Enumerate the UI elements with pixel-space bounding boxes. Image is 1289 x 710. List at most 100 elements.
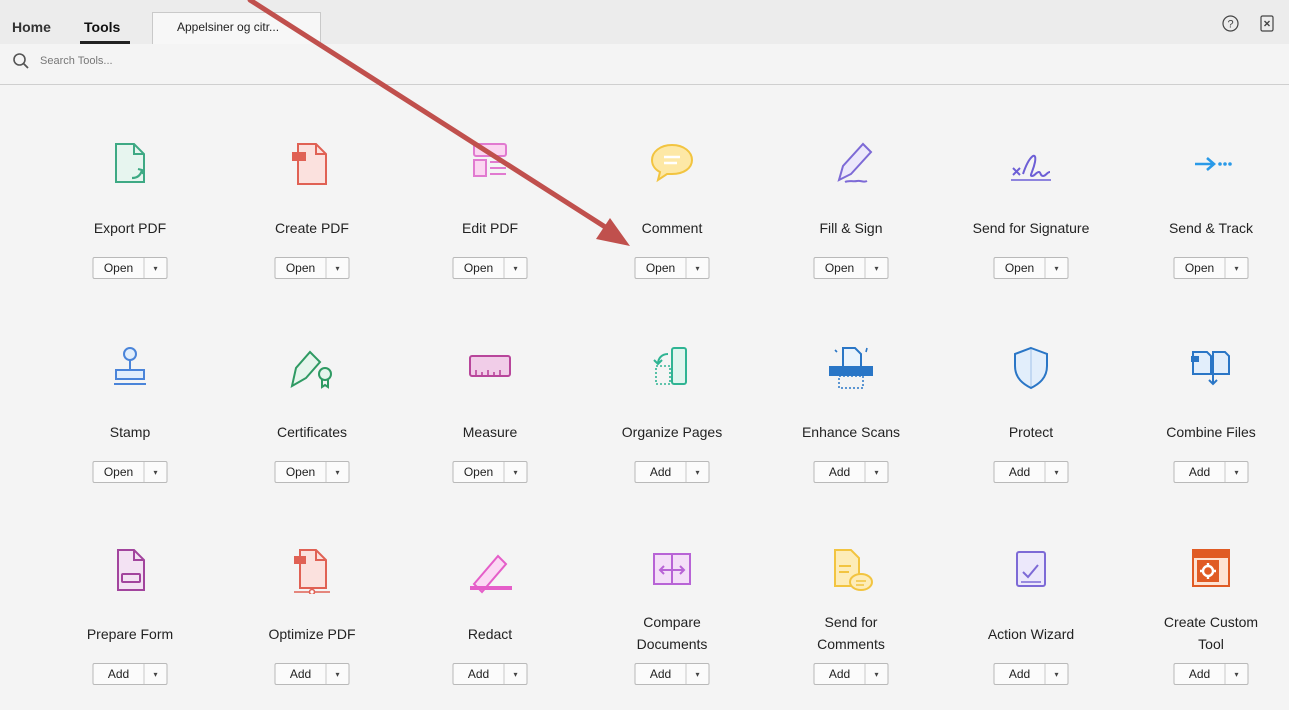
add-button[interactable]: Add ▾ [813,663,889,685]
tool-optimize-pdf[interactable]: Optimize PDF Add ▾ [227,540,397,710]
tool-name[interactable]: Protect [946,421,1116,443]
send-track-icon[interactable] [1181,138,1241,188]
button-label[interactable]: Open [94,462,144,482]
button-label[interactable]: Add [815,664,865,684]
chevron-down-icon[interactable]: ▾ [327,462,349,482]
tool-compare-documents[interactable]: Compare Documents Add ▾ [587,540,757,710]
tool-name[interactable]: Compare Documents [617,611,727,655]
tool-name[interactable]: Stamp [45,421,215,443]
tool-name[interactable]: Create PDF [227,217,397,239]
tool-name[interactable]: Certificates [227,421,397,443]
button-label[interactable]: Add [636,664,686,684]
button-label[interactable]: Add [995,462,1045,482]
open-button[interactable]: Open ▾ [274,257,350,279]
protect-icon[interactable] [1001,342,1061,392]
add-button[interactable]: Add ▾ [813,461,889,483]
tool-name[interactable]: Optimize PDF [227,623,397,645]
tool-create-pdf[interactable]: Create PDF Open ▾ [227,134,397,304]
tool-name[interactable]: Prepare Form [45,623,215,645]
tool-name[interactable]: Create Custom Tool [1156,611,1266,655]
chevron-down-icon[interactable]: ▾ [866,462,888,482]
button-label[interactable]: Add [815,462,865,482]
prepare-form-icon[interactable] [100,544,160,594]
button-label[interactable]: Open [995,258,1045,278]
chevron-down-icon[interactable]: ▾ [145,664,167,684]
search-tools-input[interactable] [40,52,440,70]
button-label[interactable]: Open [454,462,504,482]
chevron-down-icon[interactable]: ▾ [1046,462,1068,482]
tool-prepare-form[interactable]: Prepare Form Add ▾ [45,540,215,710]
tool-name[interactable]: Send for Comments [796,611,906,655]
tool-protect[interactable]: Protect Add ▾ [946,338,1116,508]
add-button[interactable]: Add ▾ [1173,461,1249,483]
open-button[interactable]: Open ▾ [634,257,710,279]
chevron-down-icon[interactable]: ▾ [327,664,349,684]
chevron-down-icon[interactable]: ▾ [687,258,709,278]
add-button[interactable]: Add ▾ [993,461,1069,483]
add-button[interactable]: Add ▾ [92,663,168,685]
chevron-down-icon[interactable]: ▾ [327,258,349,278]
open-button[interactable]: Open ▾ [1173,257,1249,279]
button-label[interactable]: Add [1175,462,1225,482]
button-label[interactable]: Add [636,462,686,482]
tool-name[interactable]: Edit PDF [405,217,575,239]
button-label[interactable]: Open [276,258,326,278]
add-button[interactable]: Add ▾ [452,663,528,685]
button-label[interactable]: Add [1175,664,1225,684]
chevron-down-icon[interactable]: ▾ [1046,664,1068,684]
tool-name[interactable]: Send & Track [1126,217,1289,239]
organize-pages-icon[interactable] [642,342,702,392]
chevron-down-icon[interactable]: ▾ [145,258,167,278]
tool-name[interactable]: Organize Pages [587,421,757,443]
chevron-down-icon[interactable]: ▾ [1226,462,1248,482]
tool-name[interactable]: Measure [405,421,575,443]
tool-stamp[interactable]: Stamp Open ▾ [45,338,215,508]
tool-name[interactable]: Comment [587,217,757,239]
enhance-scans-icon[interactable] [821,342,881,392]
edit-pdf-icon[interactable] [460,138,520,188]
open-button[interactable]: Open ▾ [452,461,528,483]
tool-action-wizard[interactable]: Action Wizard Add ▾ [946,540,1116,710]
button-label[interactable]: Open [815,258,865,278]
redact-icon[interactable] [460,544,520,594]
add-button[interactable]: Add ▾ [1173,663,1249,685]
tool-edit-pdf[interactable]: Edit PDF Open ▾ [405,134,575,304]
tool-name[interactable]: Enhance Scans [766,421,936,443]
tab-tools[interactable]: Tools [84,19,120,35]
chevron-down-icon[interactable]: ▾ [145,462,167,482]
open-button[interactable]: Open ▾ [92,257,168,279]
chevron-down-icon[interactable]: ▾ [687,462,709,482]
button-label[interactable]: Add [276,664,326,684]
tool-comment[interactable]: Comment Open ▾ [587,134,757,304]
fill-sign-icon[interactable] [821,138,881,188]
tool-name[interactable]: Redact [405,623,575,645]
chevron-down-icon[interactable]: ▾ [505,664,527,684]
tool-name[interactable]: Combine Files [1126,421,1289,443]
tab-home[interactable]: Home [12,19,51,35]
tool-create-custom-tool[interactable]: Create Custom Tool Add ▾ [1126,540,1289,710]
button-label[interactable]: Add [94,664,144,684]
send-for-signature-icon[interactable] [1001,138,1061,188]
button-label[interactable]: Open [276,462,326,482]
button-label[interactable]: Add [995,664,1045,684]
stamp-icon[interactable] [100,342,160,392]
chevron-down-icon[interactable]: ▾ [505,258,527,278]
open-button[interactable]: Open ▾ [993,257,1069,279]
tool-measure[interactable]: Measure Open ▾ [405,338,575,508]
tool-send-for-signature[interactable]: Send for Signature Open ▾ [946,134,1116,304]
create-custom-tool-icon[interactable] [1181,544,1241,594]
chevron-down-icon[interactable]: ▾ [505,462,527,482]
tool-organize-pages[interactable]: Organize Pages Add ▾ [587,338,757,508]
add-button[interactable]: Add ▾ [993,663,1069,685]
tool-redact[interactable]: Redact Add ▾ [405,540,575,710]
tool-name[interactable]: Send for Signature [946,217,1116,239]
tool-send-for-comments[interactable]: Send for Comments Add ▾ [766,540,936,710]
chevron-down-icon[interactable]: ▾ [1226,258,1248,278]
tool-name[interactable]: Export PDF [45,217,215,239]
send-for-comments-icon[interactable] [821,544,881,594]
button-label[interactable]: Open [1175,258,1225,278]
create-pdf-icon[interactable] [282,138,342,188]
action-wizard-icon[interactable] [1001,544,1061,594]
open-button[interactable]: Open ▾ [813,257,889,279]
compare-documents-icon[interactable] [642,544,702,594]
